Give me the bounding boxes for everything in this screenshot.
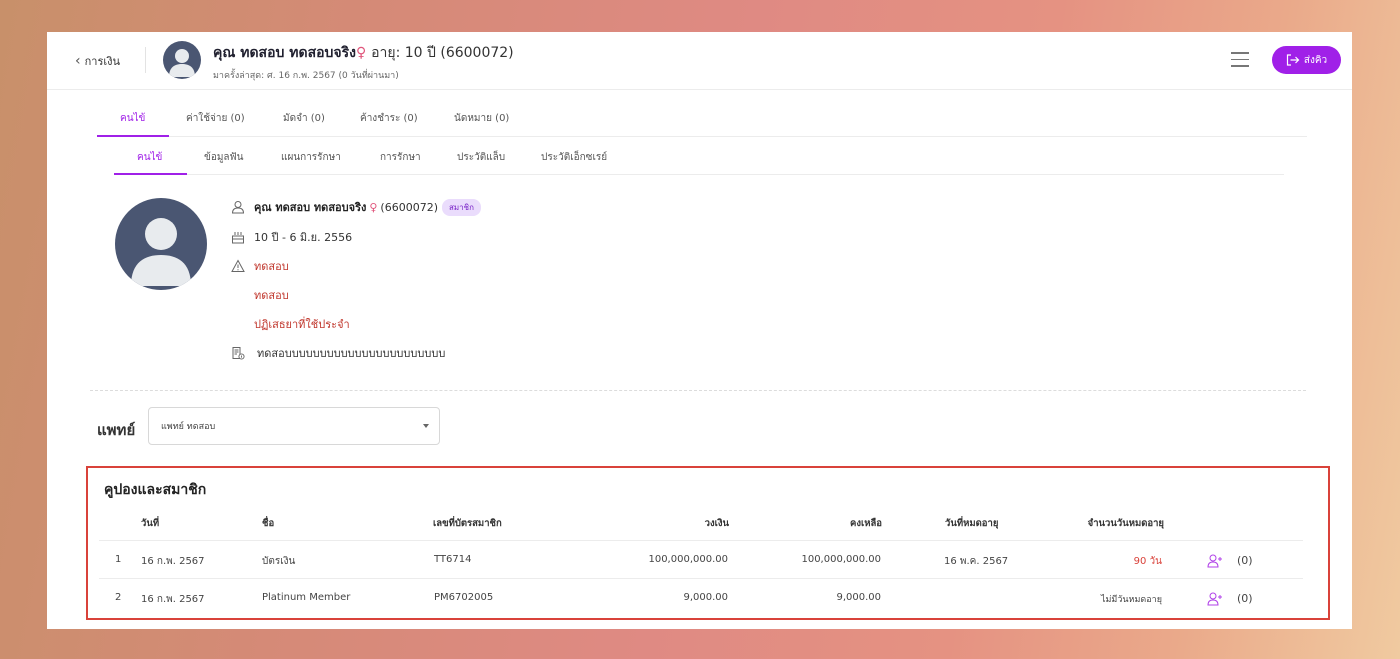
row-usage-count: (0)	[1237, 592, 1253, 605]
send-queue-button[interactable]: ส่งคิว	[1272, 46, 1341, 74]
col-days-left: จำนวนวันหมดอายุ	[1087, 518, 1164, 529]
avatar	[163, 41, 201, 79]
top-bar: ‹ การเงิน คุณ ทดสอบ ทดสอบจริง♀ อายุ: 10 …	[47, 32, 1352, 90]
caret-down-icon	[423, 424, 429, 428]
tab-appointments[interactable]: นัดหมาย (0)	[454, 111, 509, 126]
secondary-tabs: คนไข้ ข้อมูลฟัน แผนการรักษา การรักษา ประ…	[114, 145, 1284, 175]
row-balance: 100,000,000.00	[801, 554, 881, 565]
col-date: วันที่	[141, 518, 160, 529]
female-icon: ♀	[355, 45, 367, 61]
avatar-silhouette-icon	[169, 49, 195, 77]
allergy-alert-2: ทดสอบ	[254, 289, 289, 302]
allergy-alert-1: ทดสอบ	[254, 260, 289, 273]
subtab-patient[interactable]: คนไข้	[137, 150, 162, 165]
user-icon	[231, 201, 245, 214]
row-expiry-date: 16 พ.ค. 2567	[944, 556, 1009, 567]
active-tab-indicator	[97, 135, 169, 137]
send-queue-label: ส่งคิว	[1303, 54, 1328, 66]
col-name: ชื่อ	[262, 518, 275, 529]
patient-age: อายุ: 10 ปี (6600072)	[371, 45, 514, 61]
subtab-treatment-plan[interactable]: แผนการรักษา	[281, 150, 341, 165]
profile-birth: 10 ปี - 6 มิ.ย. 2556	[254, 231, 353, 244]
row-limit: 9,000.00	[683, 592, 728, 603]
coupon-membership-section: คูปองและสมาชิก วันที่ ชื่อ เลขที่บัตรสมา…	[86, 466, 1330, 620]
row-card-number: TT6714	[434, 554, 472, 565]
col-balance: คงเหลือ	[849, 518, 882, 529]
active-subtab-indicator	[114, 173, 187, 175]
row-card-number: PM6702005	[434, 592, 494, 603]
logout-arrow-icon	[1286, 54, 1300, 66]
row-number: 1	[115, 554, 122, 565]
row-divider	[99, 578, 1303, 579]
subtab-lab-history[interactable]: ประวัติแล็บ	[457, 150, 505, 165]
back-button[interactable]: ‹ การเงิน	[75, 52, 120, 70]
profile-birth-row: 10 ปี - 6 มิ.ย. 2556	[231, 228, 352, 246]
row-balance: 9,000.00	[836, 592, 881, 603]
chevron-left-icon: ‹	[75, 53, 81, 69]
note-info-icon	[232, 347, 245, 360]
add-user-icon[interactable]	[1207, 554, 1223, 568]
profile-note: ทดสอบบบบบบบบบบบบบบบบบบบบบบบ	[257, 347, 446, 360]
section-divider	[90, 390, 1306, 391]
avatar-silhouette-icon	[131, 218, 191, 286]
row-name: Platinum Member	[262, 592, 351, 603]
primary-tabs: คนไข้ ค่าใช้จ่าย (0) มัดจำ (0) ค้างชำระ …	[97, 106, 1307, 137]
subtab-dental-info[interactable]: ข้อมูลฟัน	[204, 150, 243, 165]
back-label: การเงิน	[84, 55, 121, 68]
allergy-alert-3: ปฏิเสธยาที่ใช้ประจำ	[254, 318, 350, 331]
member-badge: สมาชิก	[441, 198, 481, 216]
subtab-xray-history[interactable]: ประวัติเอ็กซเรย์	[541, 150, 607, 165]
profile-avatar	[115, 198, 207, 290]
profile-code: (6600072)	[380, 200, 438, 214]
add-user-icon[interactable]	[1207, 592, 1223, 606]
row-name: บัตรเงิน	[262, 556, 296, 567]
warning-icon	[231, 259, 245, 272]
patient-panel: ‹ การเงิน คุณ ทดสอบ ทดสอบจริง♀ อายุ: 10 …	[47, 32, 1352, 629]
patient-header-name: คุณ ทดสอบ ทดสอบจริง♀ อายุ: 10 ปี (660007…	[213, 42, 514, 64]
tab-expenses[interactable]: ค่าใช้จ่าย (0)	[186, 111, 245, 126]
row-date: 16 ก.พ. 2567	[141, 556, 205, 567]
tab-outstanding[interactable]: ค้างชำระ (0)	[360, 111, 418, 126]
doctor-select[interactable]: แพทย์ ทดสอบ	[148, 407, 440, 445]
row-usage-count: (0)	[1237, 554, 1253, 567]
row-limit: 100,000,000.00	[648, 554, 728, 565]
birthday-cake-icon	[232, 232, 244, 244]
row-days-left: ไม่มีวันหมดอายุ	[1100, 595, 1162, 605]
row-days-left: 90 วัน	[1133, 556, 1162, 567]
hamburger-menu-icon[interactable]	[1231, 52, 1249, 68]
table-header-divider	[99, 540, 1303, 541]
profile-note-row: ทดสอบบบบบบบบบบบบบบบบบบบบบบบ	[231, 344, 445, 362]
header-divider	[145, 47, 146, 73]
doctor-selected-value: แพทย์ ทดสอบ	[161, 422, 216, 432]
col-card-number: เลขที่บัตรสมาชิก	[433, 518, 502, 529]
tab-deposit[interactable]: มัดจำ (0)	[283, 111, 325, 126]
doctor-label: แพทย์	[97, 421, 136, 439]
profile-name: คุณ ทดสอบ ทดสอบจริง	[254, 201, 367, 214]
female-icon: ♀	[369, 200, 378, 214]
last-visit: มาครั้งล่าสุด: ศ. 16 ก.พ. 2567 (0 วันที่…	[213, 71, 399, 81]
col-expiry-date: วันที่หมดอายุ	[945, 518, 999, 529]
patient-name: คุณ ทดสอบ ทดสอบจริง	[213, 45, 356, 61]
col-limit: วงเงิน	[704, 518, 729, 529]
row-number: 2	[115, 592, 122, 603]
profile-name-row: คุณ ทดสอบ ทดสอบจริง ♀ (6600072) สมาชิก	[231, 198, 481, 216]
coupon-section-title: คูปองและสมาชิก	[104, 482, 207, 498]
subtab-treatment[interactable]: การรักษา	[380, 150, 421, 165]
tab-patient[interactable]: คนไข้	[120, 111, 145, 126]
profile-alert-row: ทดสอบ	[231, 257, 289, 275]
row-date: 16 ก.พ. 2567	[141, 594, 205, 605]
